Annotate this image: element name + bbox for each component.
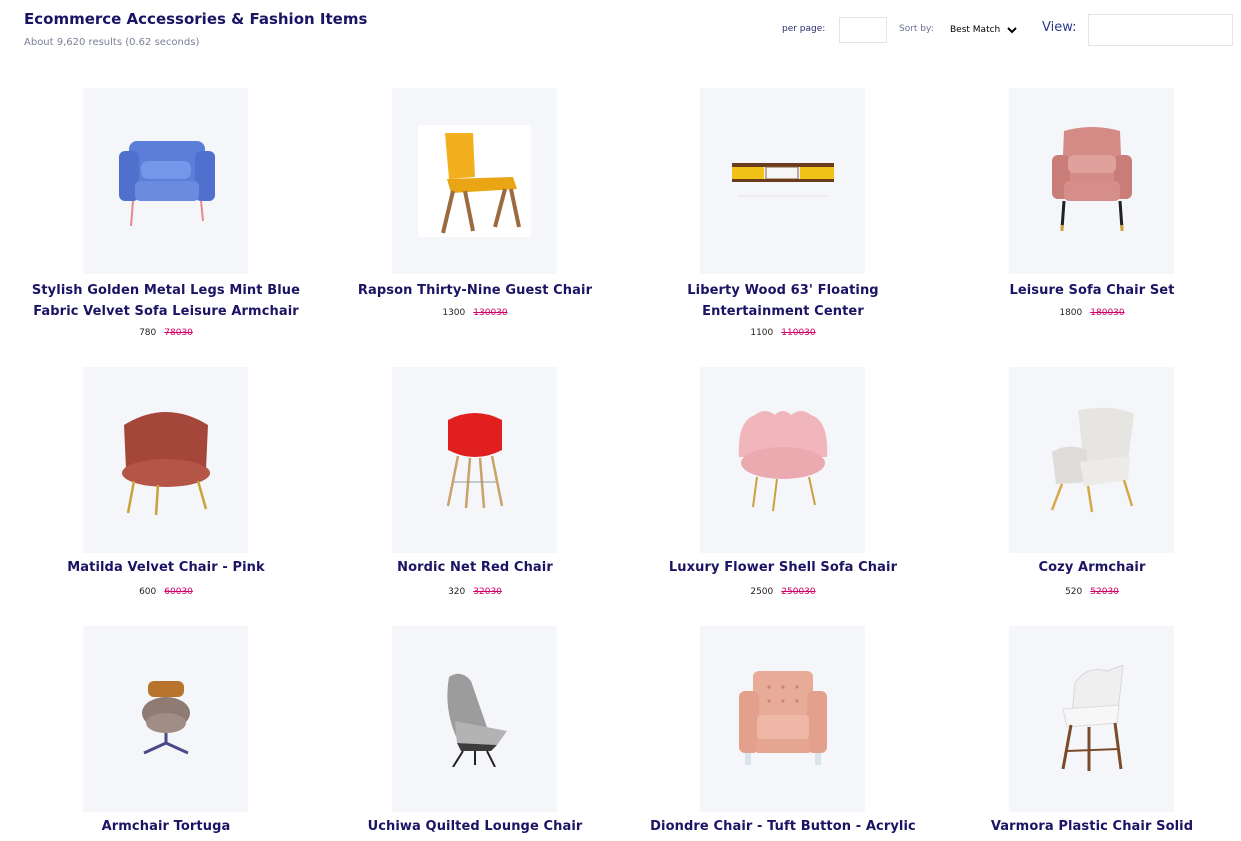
product-name[interactable]: Stylish Golden Metal Legs Mint Blue Fabr…	[16, 280, 316, 322]
product-price: 1300 130030	[325, 308, 625, 318]
product-name[interactable]: Nordic Net Red Chair	[325, 557, 625, 578]
product-image[interactable]	[1009, 626, 1174, 812]
current-price: 2500	[750, 587, 774, 597]
product-name[interactable]: Rapson Thirty-Nine Guest Chair	[325, 280, 625, 301]
product-name[interactable]: Diondre Chair - Tuft Button - Acrylic Le…	[633, 816, 933, 841]
product-name[interactable]: Matilda Velvet Chair - Pink	[16, 557, 316, 578]
product-image[interactable]	[392, 88, 557, 274]
current-price: 1100	[750, 328, 774, 338]
white-plastic-chair-icon	[1061, 665, 1124, 771]
image-frame	[418, 125, 531, 237]
product-price: 320 32030	[325, 587, 625, 597]
old-price: 32030	[473, 587, 502, 597]
product-name[interactable]: Uchiwa Quilted Lounge Chair	[325, 816, 625, 837]
product-price: 520 52030	[942, 587, 1241, 597]
pink-wingback-chair-icon	[1051, 127, 1132, 231]
product-image[interactable]	[83, 88, 248, 274]
pink-shell-chair-icon	[738, 411, 827, 512]
product-image[interactable]	[1009, 88, 1174, 274]
product-image[interactable]	[392, 367, 557, 553]
product-name[interactable]: Varmora Plastic Chair Solid	[942, 816, 1241, 837]
blue-armchair-icon	[118, 141, 215, 227]
old-price: 78030	[164, 328, 193, 338]
current-price: 1300	[442, 308, 466, 318]
product-image[interactable]	[83, 626, 248, 812]
current-price: 600	[139, 587, 157, 597]
yellow-chair-icon	[440, 133, 521, 234]
product-price: 1100 110030	[633, 328, 933, 338]
product-name[interactable]: Leisure Sofa Chair Set	[942, 280, 1241, 301]
product-price: 600 60030	[16, 587, 316, 597]
product-image[interactable]	[83, 367, 248, 553]
product-price: 2500 250030	[633, 587, 933, 597]
product-price: 780 78030	[16, 328, 316, 338]
white-armchair-icon	[1050, 407, 1134, 513]
old-price: 110030	[781, 328, 816, 338]
product-image[interactable]	[1009, 367, 1174, 553]
product-name[interactable]: Liberty Wood 63' Floating Entertainment …	[633, 280, 933, 322]
product-image[interactable]	[700, 367, 865, 553]
current-price: 320	[448, 587, 466, 597]
floating-shelf-icon	[731, 163, 834, 197]
product-image[interactable]	[700, 88, 865, 274]
old-price: 52030	[1090, 587, 1119, 597]
current-price: 780	[139, 328, 157, 338]
rust-velvet-chair-icon	[121, 412, 210, 515]
red-eames-chair-icon	[446, 413, 503, 509]
current-price: 520	[1065, 587, 1083, 597]
old-price: 180030	[1090, 308, 1125, 318]
current-price: 1800	[1059, 308, 1083, 318]
old-price: 60030	[164, 587, 193, 597]
product-name[interactable]: Cozy Armchair	[942, 557, 1241, 578]
swivel-armchair-icon	[141, 681, 190, 755]
grey-lounge-chair-icon	[446, 673, 507, 767]
old-price: 130030	[473, 308, 508, 318]
product-price: 1800 180030	[942, 308, 1241, 318]
product-grid: Stylish Golden Metal Legs Mint Blue Fabr…	[0, 0, 1241, 841]
old-price: 250030	[781, 587, 816, 597]
product-image[interactable]	[392, 626, 557, 812]
product-name[interactable]: Armchair Tortuga	[16, 816, 316, 837]
product-name[interactable]: Luxury Flower Shell Sofa Chair	[633, 557, 933, 578]
product-image[interactable]	[700, 626, 865, 812]
peach-club-chair-icon	[738, 671, 827, 765]
